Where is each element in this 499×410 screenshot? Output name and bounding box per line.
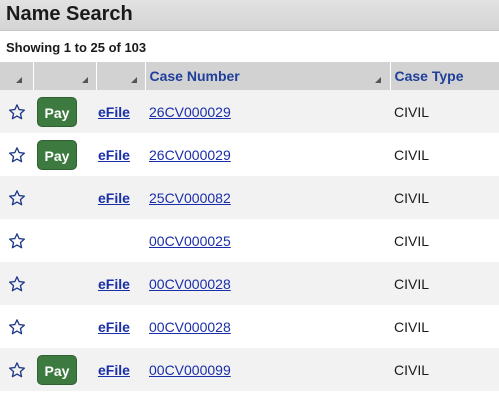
column-header-pay[interactable]	[33, 62, 97, 90]
table-row: Pay eFile 26CV000029 CIVIL	[0, 133, 499, 176]
case-type-cell: CIVIL	[390, 90, 499, 133]
table-header-row: Case Number Case Type	[0, 62, 499, 90]
star-outline-icon[interactable]	[8, 361, 26, 379]
case-number-cell: 00CV000028	[145, 305, 390, 348]
case-type-cell: CIVIL	[390, 348, 499, 391]
page-title: Name Search	[6, 3, 133, 25]
pay-cell	[33, 176, 96, 219]
efile-cell	[96, 219, 145, 262]
case-number-cell: 00CV000028	[145, 262, 390, 305]
star-outline-icon[interactable]	[8, 318, 26, 336]
case-type: CIVIL	[394, 275, 430, 292]
sort-icon[interactable]	[130, 77, 137, 83]
table-row: eFile 25CV000082 CIVIL	[0, 176, 499, 219]
star-outline-icon[interactable]	[8, 232, 26, 250]
case-type-cell: CIVIL	[390, 262, 499, 305]
case-type-cell: CIVIL	[390, 176, 499, 219]
sort-icon[interactable]	[16, 77, 22, 83]
pay-button[interactable]: Pay	[37, 354, 77, 385]
star-outline-icon[interactable]	[8, 275, 26, 293]
star-outline-icon[interactable]	[8, 189, 26, 207]
efile-link[interactable]: eFile	[98, 190, 130, 206]
favorite-cell	[0, 176, 33, 219]
efile-cell: eFile	[96, 176, 145, 219]
case-number-link[interactable]: 26CV000029	[149, 147, 231, 163]
case-type-cell: CIVIL	[390, 305, 499, 348]
favorite-cell	[0, 348, 33, 391]
pay-button[interactable]: Pay	[37, 139, 77, 170]
pay-cell	[33, 219, 96, 262]
case-type: CIVIL	[394, 189, 430, 206]
case-number-cell: 26CV000029	[145, 133, 390, 176]
favorite-cell	[0, 90, 33, 133]
efile-cell: eFile	[96, 90, 145, 133]
efile-cell: eFile	[96, 262, 145, 305]
case-type: CIVIL	[394, 361, 430, 378]
star-outline-icon[interactable]	[8, 146, 26, 164]
favorite-cell	[0, 219, 33, 262]
efile-link[interactable]: eFile	[98, 147, 130, 163]
column-header-favorite[interactable]	[0, 62, 34, 90]
column-header-efile[interactable]	[96, 62, 146, 90]
results-table: Case Number Case Type Pay eFile 26CV000029…	[0, 62, 499, 391]
case-number-link[interactable]: 25CV000082	[149, 190, 231, 206]
table-row: Pay eFile 26CV000029 CIVIL	[0, 90, 499, 133]
case-type: CIVIL	[394, 318, 430, 335]
pay-cell: Pay	[33, 348, 96, 391]
case-number-cell: 00CV000025	[145, 219, 390, 262]
efile-link[interactable]: eFile	[98, 104, 130, 120]
case-number-cell: 00CV000099	[145, 348, 390, 391]
table-row: 00CV000025 CIVIL	[0, 219, 499, 262]
favorite-cell	[0, 262, 33, 305]
case-type: CIVIL	[394, 103, 430, 120]
column-header-label: Case Number	[149, 68, 240, 84]
table-row: eFile 00CV000028 CIVIL	[0, 262, 499, 305]
case-type: CIVIL	[394, 232, 430, 249]
case-number-cell: 25CV000082	[145, 176, 390, 219]
pay-cell	[33, 305, 96, 348]
efile-cell: eFile	[96, 348, 145, 391]
efile-link[interactable]: eFile	[98, 362, 130, 378]
column-header-label: Case Type	[394, 68, 464, 84]
pay-cell: Pay	[33, 90, 96, 133]
column-header-case-type[interactable]: Case Type	[390, 62, 499, 90]
efile-link[interactable]: eFile	[98, 276, 130, 292]
title-bar: Name Search	[0, 0, 499, 31]
case-type: CIVIL	[394, 146, 430, 163]
paging-summary: Showing 1 to 25 of 103	[6, 40, 147, 55]
pay-button[interactable]: Pay	[37, 96, 77, 127]
favorite-cell	[0, 133, 33, 176]
star-outline-icon[interactable]	[8, 103, 26, 121]
table-row: eFile 00CV000028 CIVIL	[0, 305, 499, 348]
case-type-cell: CIVIL	[390, 219, 499, 262]
sort-icon[interactable]	[374, 77, 381, 83]
efile-cell: eFile	[96, 133, 145, 176]
case-type-cell: CIVIL	[390, 133, 499, 176]
table-row: Pay eFile 00CV000099 CIVIL	[0, 348, 499, 391]
pay-cell: Pay	[33, 133, 96, 176]
case-number-cell: 26CV000029	[145, 90, 390, 133]
case-number-link[interactable]: 26CV000029	[149, 104, 231, 120]
case-number-link[interactable]: 00CV000028	[149, 319, 231, 335]
case-number-link[interactable]: 00CV000025	[149, 233, 231, 249]
efile-cell: eFile	[96, 305, 145, 348]
efile-link[interactable]: eFile	[98, 319, 130, 335]
favorite-cell	[0, 305, 33, 348]
sort-icon[interactable]	[81, 77, 88, 83]
case-number-link[interactable]: 00CV000099	[149, 362, 231, 378]
pay-cell	[33, 262, 96, 305]
case-number-link[interactable]: 00CV000028	[149, 276, 231, 292]
column-header-case-number[interactable]: Case Number	[145, 62, 391, 90]
